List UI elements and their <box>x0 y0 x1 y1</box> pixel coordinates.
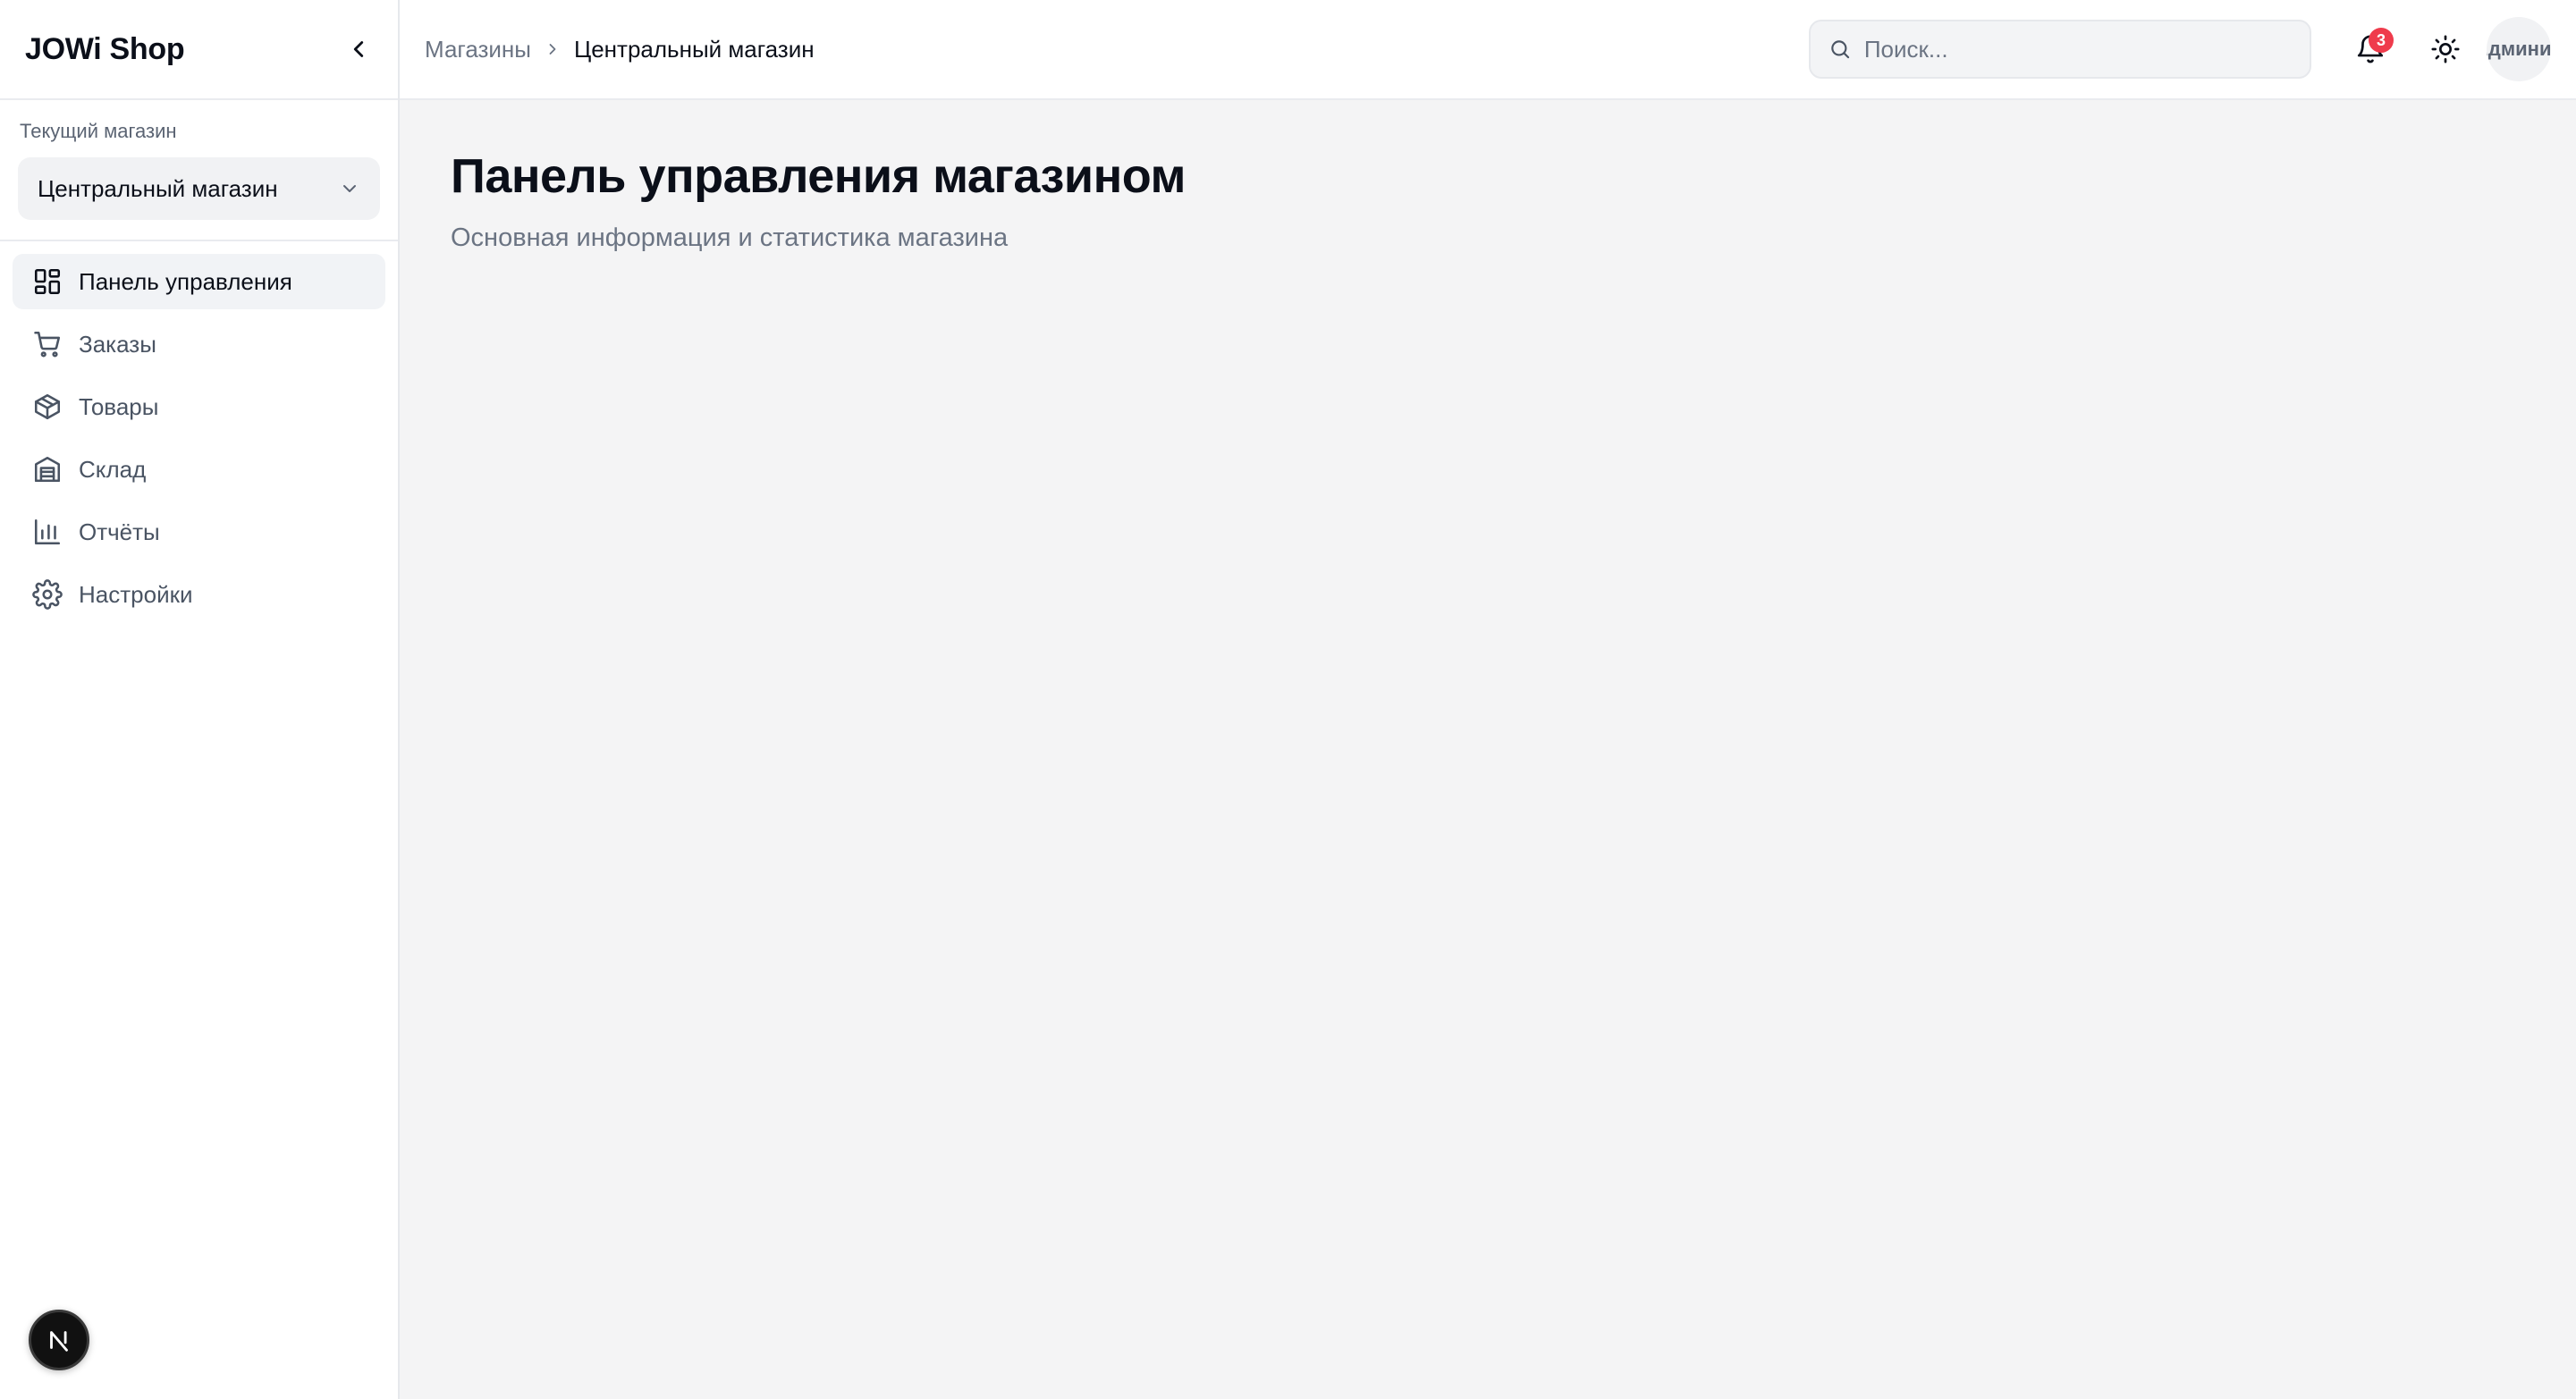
sidebar-item-label: Панель управления <box>79 267 292 295</box>
sidebar-item-dashboard[interactable]: Панель управления <box>13 254 385 309</box>
bar-chart-icon <box>32 517 63 547</box>
avatar-text: Администратор <box>2487 38 2551 60</box>
breadcrumb-current: Центральный магазин <box>573 35 815 63</box>
chevron-down-icon <box>343 185 356 192</box>
nextjs-devtools-button[interactable] <box>29 1310 89 1370</box>
breadcrumb-stores-link[interactable]: Магазины <box>425 36 531 63</box>
sidebar-header: JOWi Shop <box>0 0 398 100</box>
sidebar-item-reports[interactable]: Отчёты <box>13 504 385 560</box>
collapse-sidebar-button[interactable] <box>335 26 382 72</box>
app-root: JOWi Shop Текущий магазин Центральный ма… <box>0 0 2576 1399</box>
sidebar-item-label: Склад <box>79 455 147 483</box>
notification-count-badge: 3 <box>2369 28 2394 53</box>
sidebar-item-settings[interactable]: Настройки <box>13 567 385 622</box>
sidebar-item-label: Отчёты <box>79 518 160 545</box>
package-icon <box>32 392 63 422</box>
chevron-left-icon <box>353 41 364 57</box>
nextjs-logo-icon <box>50 1331 68 1352</box>
sidebar-item-label: Настройки <box>79 580 193 608</box>
cart-icon <box>32 329 63 359</box>
chevron-right-icon <box>544 40 562 58</box>
sidebar: JOWi Shop Текущий магазин Центральный ма… <box>0 0 400 1399</box>
sidebar-nav: Панель управления Заказы Товары Склад От… <box>0 241 398 642</box>
search-box <box>1809 20 2311 79</box>
warehouse-icon <box>32 454 63 485</box>
gear-icon <box>32 579 63 610</box>
breadcrumb: Магазины Центральный магазин <box>425 36 815 63</box>
sidebar-item-warehouse[interactable]: Склад <box>13 442 385 497</box>
page-title: Панель управления магазином <box>451 149 1186 203</box>
app-brand: JOWi Shop <box>25 31 185 66</box>
sidebar-item-products[interactable]: Товары <box>13 379 385 434</box>
dashboard-icon <box>32 266 63 297</box>
store-select-value: Центральный магазин <box>38 174 278 202</box>
search-input[interactable] <box>1863 35 2292 63</box>
store-switcher: Текущий магазин Центральный магазин <box>0 100 398 241</box>
top-header: Магазины Центральный магазин 3 Администр… <box>400 0 2576 100</box>
page-subtitle: Основная информация и статистика магазин… <box>451 223 1009 252</box>
theme-toggle-button[interactable] <box>2417 21 2474 78</box>
store-label: Текущий магазин <box>20 120 177 142</box>
sun-icon <box>2431 35 2460 63</box>
store-select[interactable]: Центральный магазин <box>18 157 380 220</box>
sidebar-item-label: Товары <box>79 392 159 420</box>
user-avatar[interactable]: Администратор <box>2487 17 2551 81</box>
sidebar-item-label: Заказы <box>79 330 156 358</box>
main-content: Панель управления магазином Основная инф… <box>400 100 2576 1399</box>
notifications-button[interactable]: 3 <box>2342 21 2399 78</box>
sidebar-item-orders[interactable]: Заказы <box>13 316 385 372</box>
search-icon <box>1831 40 1850 59</box>
